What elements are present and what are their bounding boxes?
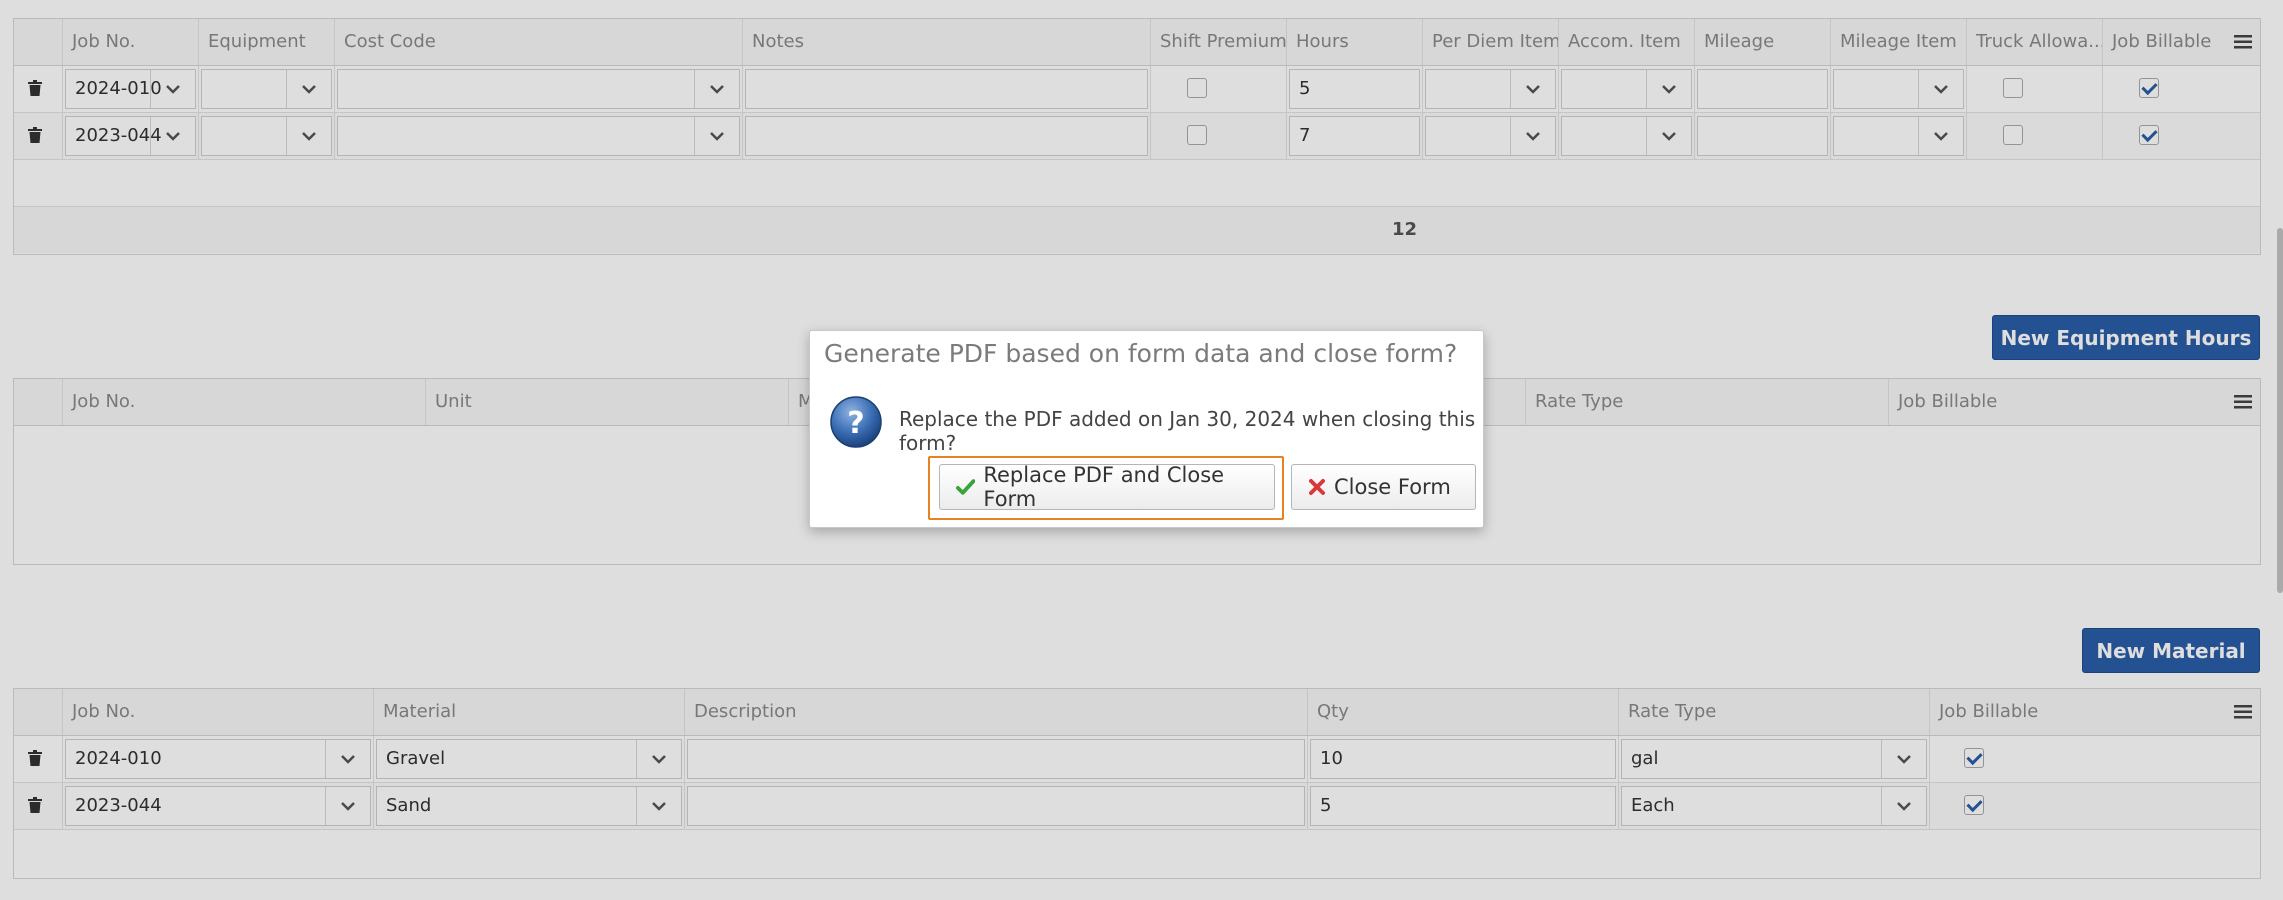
replace-pdf-and-close-button[interactable]: Replace PDF and Close Form xyxy=(939,463,1275,511)
close-x-icon xyxy=(1309,479,1325,495)
dialog-title: Generate PDF based on form data and clos… xyxy=(824,339,1458,368)
close-form-button-label: Close Form xyxy=(1334,475,1451,499)
checkmark-icon xyxy=(956,479,976,495)
close-form-button[interactable]: Close Form xyxy=(1291,464,1476,510)
question-icon: ? xyxy=(830,396,882,448)
svg-text:?: ? xyxy=(847,406,864,441)
confirm-dialog: Generate PDF based on form data and clos… xyxy=(809,330,1484,528)
dialog-message: Replace the PDF added on Jan 30, 2024 wh… xyxy=(899,407,1476,455)
replace-pdf-button-label: Replace PDF and Close Form xyxy=(983,463,1225,511)
